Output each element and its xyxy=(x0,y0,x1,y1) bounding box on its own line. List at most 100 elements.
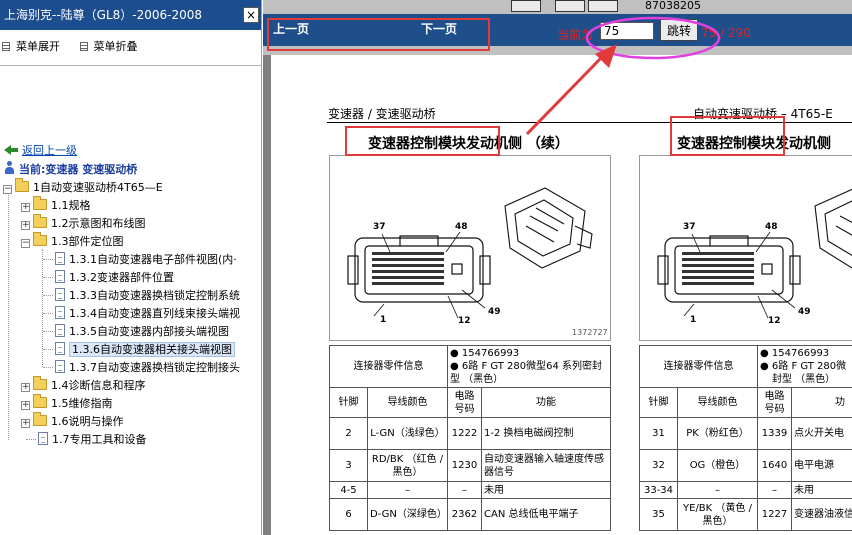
highlight-box-left-title xyxy=(345,126,500,156)
tree-item-1-3-3[interactable]: 1.3.3自动变速器换档锁定控制系统 xyxy=(55,287,240,305)
tree-item-1-3-4[interactable]: 1.3.4自动变速器直列线束接头端视 xyxy=(55,305,240,323)
column-header: 导线颜色 xyxy=(677,387,758,418)
folder-icon xyxy=(15,178,29,192)
table-cell: 1-2 换档电磁阀控制 xyxy=(481,417,611,450)
tree-item-1-7[interactable]: 1.7专用工具和设备 xyxy=(38,431,147,449)
image-id: 1372727 xyxy=(572,328,608,337)
tree-item-1-6[interactable]: +1.6说明与操作 xyxy=(21,412,124,431)
table-cell: 1339 xyxy=(757,417,792,450)
back-link-row[interactable]: 返回上一级 xyxy=(4,142,77,160)
table-header-row: 针脚 导线颜色 电路号码 功能 xyxy=(329,387,611,418)
table-cell: D-GN（深绿色） xyxy=(367,498,448,531)
plus-icon[interactable]: + xyxy=(21,203,30,212)
tree-item-1-3-2[interactable]: 1.3.2变速器部件位置 xyxy=(55,269,174,287)
tree-line xyxy=(43,259,53,260)
tree-item-1-4[interactable]: +1.4诊断信息和程序 xyxy=(21,376,146,395)
column-header: 电路号码 xyxy=(447,387,482,418)
pin-label: 37 xyxy=(683,222,696,232)
toolbar-button-top[interactable] xyxy=(511,0,541,12)
highlight-box-right-title xyxy=(670,116,785,156)
document-icon xyxy=(55,342,65,355)
connector-drawing xyxy=(347,187,593,319)
table-cell: 点火开关电 xyxy=(791,417,852,450)
table-cell: 未用 xyxy=(481,481,611,499)
menu-expand-label: 菜单展开 xyxy=(16,40,60,53)
tree-item-1-3-5[interactable]: 1.3.5自动变速器内部接头端视图 xyxy=(55,323,229,341)
pin-label: 12 xyxy=(458,316,471,326)
sidebar-title-bar: 上海别克--陆尊（GL8）-2006-2008 × xyxy=(0,0,261,30)
table-cell: ● 154766993 ● 6路 F GT 280微型64 系列密封型 （黑色） xyxy=(447,345,611,388)
table-cell: 4-5 xyxy=(329,481,368,499)
column-header: 针脚 xyxy=(329,387,368,418)
plus-icon[interactable]: + xyxy=(21,419,30,428)
document-icon xyxy=(55,252,65,265)
left-connector-table: 连接器零件信息 ● 154766993 ● 6路 F GT 280微型64 系列… xyxy=(329,345,611,531)
table-cell: 未用 xyxy=(791,481,852,499)
document-icon xyxy=(55,288,65,301)
document-icon xyxy=(38,432,48,445)
tree-item-1-3-1[interactable]: 1.3.1自动变速器电子部件视图(内· xyxy=(55,251,237,269)
close-icon[interactable]: × xyxy=(243,7,259,23)
tree-item-label: 1.3部件定位图 xyxy=(51,235,124,248)
table-cell: 1640 xyxy=(757,449,792,482)
pin-label: 48 xyxy=(765,222,778,232)
connector-info-1: ● 154766993 xyxy=(450,348,520,359)
tree-line xyxy=(26,439,36,440)
highlight-box-nav xyxy=(267,18,490,51)
tree-line xyxy=(43,295,53,296)
pin-label: 1 xyxy=(690,315,697,325)
table-cell: PK（粉红色） xyxy=(677,417,758,450)
menu-collapse-button[interactable]: 菜单折叠 xyxy=(79,38,138,54)
toolbar-button-top[interactable] xyxy=(588,0,618,12)
back-link[interactable]: 返回上一级 xyxy=(22,144,77,157)
tree-line xyxy=(43,349,53,350)
document-viewer: 87038205 上一页 下一页 当前为 跳转 75 / 290 变速器 / 变… xyxy=(263,0,852,535)
plus-icon[interactable]: + xyxy=(21,383,30,392)
minus-icon[interactable]: − xyxy=(21,239,30,248)
table-cell: 33-34 xyxy=(639,481,678,499)
navigation-sidebar: 上海别克--陆尊（GL8）-2006-2008 × 菜单展开 菜单折叠 返回上一… xyxy=(0,0,262,535)
table-cell: – xyxy=(367,481,448,499)
folder-icon xyxy=(33,376,47,390)
current-location-label: 当前:变速器 变速驱动桥 xyxy=(19,163,138,176)
menu-collapse-icon xyxy=(79,41,88,51)
table-cell: RD/BK （红色 / 黑色） xyxy=(367,449,448,482)
current-location-icon xyxy=(4,161,15,175)
doc-header-left: 变速器 / 变速驱动桥 xyxy=(328,107,436,121)
minus-icon[interactable]: − xyxy=(3,185,12,194)
tree-item-label: 1.3.4自动变速器直列线束接头端视 xyxy=(69,307,240,320)
tree-item-1-3[interactable]: − 1.3部件定位图 xyxy=(21,232,124,251)
left-connector-diagram: 37 48 1 12 49 1372727 xyxy=(329,155,611,341)
table-row: 31 PK（粉红色） 1339 点火开关电 xyxy=(639,417,852,450)
tree-item-label: 1.7专用工具和设备 xyxy=(52,433,147,446)
table-cell: – xyxy=(677,481,758,499)
tree-item-1-3-7[interactable]: 1.3.7自动变速器换档锁定控制接头 xyxy=(55,359,240,377)
document-icon xyxy=(55,360,65,373)
menu-expand-button[interactable]: 菜单展开 xyxy=(2,38,60,54)
tree-item-label: 1.2示意图和布线图 xyxy=(51,217,146,230)
tree-item-1-5[interactable]: +1.5维修指南 xyxy=(21,394,113,413)
tree-item-label: 1.5维修指南 xyxy=(51,397,113,410)
document-icon xyxy=(55,270,65,283)
folder-icon xyxy=(33,232,47,246)
tree-line xyxy=(43,313,53,314)
tree-item-1-1[interactable]: +1.1规格 xyxy=(21,196,91,215)
tree-root[interactable]: − 1自动变速驱动桥4T65—E xyxy=(3,178,163,197)
tree-item-1-2[interactable]: +1.2示意图和布线图 xyxy=(21,214,146,233)
column-header: 针脚 xyxy=(639,387,678,418)
folder-icon xyxy=(33,214,47,228)
folder-icon xyxy=(33,196,47,210)
table-row: 连接器零件信息 ● 154766993 ● 6路 F GT 280微 封型 （黑… xyxy=(639,345,852,388)
tree-item-1-3-6[interactable]: 1.3.6自动变速器相关接头端视图 xyxy=(55,341,235,359)
folder-icon xyxy=(33,412,47,426)
toolbar-button-top[interactable] xyxy=(555,0,585,12)
table-cell: ● 154766993 ● 6路 F GT 280微 封型 （黑色） xyxy=(757,345,852,388)
tree-line xyxy=(43,331,53,332)
table-cell: 连接器零件信息 xyxy=(639,345,758,388)
right-connector-table: 连接器零件信息 ● 154766993 ● 6路 F GT 280微 封型 （黑… xyxy=(639,345,852,531)
tree-item-label: 1.3.2变速器部件位置 xyxy=(69,271,174,284)
plus-icon[interactable]: + xyxy=(21,221,30,230)
pin-label: 12 xyxy=(768,316,781,326)
table-cell: 2362 xyxy=(447,498,482,531)
plus-icon[interactable]: + xyxy=(21,401,30,410)
